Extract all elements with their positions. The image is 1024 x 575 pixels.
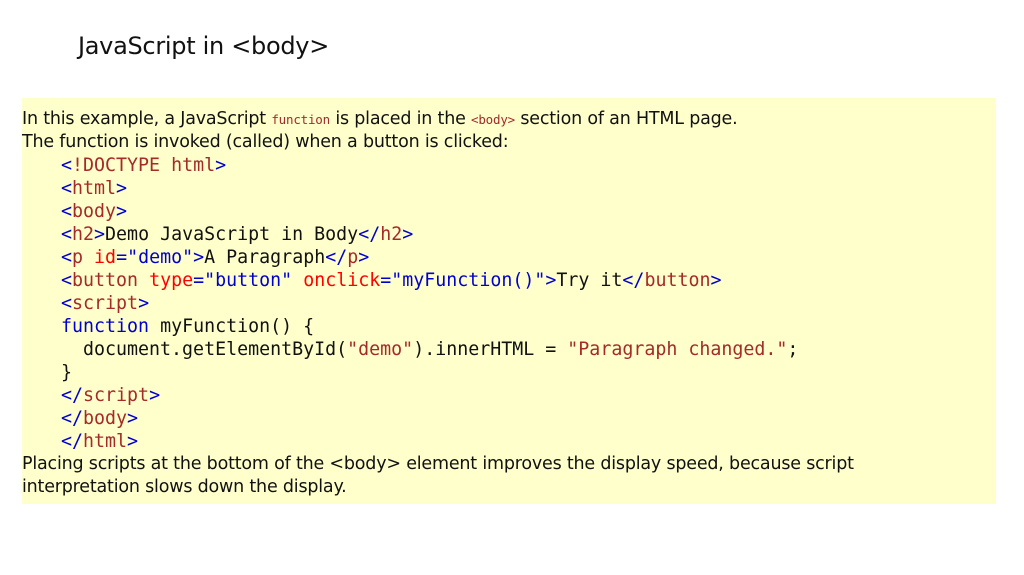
code-tag: html — [72, 178, 117, 199]
code-tag: button — [644, 270, 711, 291]
code-text: } — [61, 362, 73, 383]
code-tag: button — [72, 270, 139, 291]
outro-line-2: interpretation slows down the display. — [22, 477, 347, 497]
code-tag: h2 — [380, 224, 403, 245]
code-attribute: id — [94, 247, 117, 268]
code-attribute: type — [149, 270, 194, 291]
code-line-script-open: <script> — [61, 293, 150, 314]
code-attribute-value: "myFunction()" — [391, 270, 546, 291]
intro-text: section of an HTML page. — [514, 109, 738, 129]
inline-code-body: <body> — [471, 112, 515, 127]
code-line-script-close: </script> — [61, 385, 161, 406]
code-string: "Paragraph changed." — [567, 339, 788, 360]
code-tag: script — [72, 293, 139, 314]
code-line-h2: <h2>Demo JavaScript in Body</h2> — [61, 224, 414, 245]
inline-code-function: function — [271, 112, 330, 127]
code-attribute-value: "button" — [204, 270, 293, 291]
code-keyword: function — [61, 316, 150, 337]
outro-line-1: Placing scripts at the bottom of the <bo… — [22, 454, 854, 474]
code-line-body-open: <body> — [61, 201, 128, 222]
intro-line-2: The function is invoked (called) when a … — [22, 132, 509, 152]
code-line-function: function myFunction() { — [61, 315, 314, 338]
code-text: ; — [787, 339, 799, 360]
code-line-button: <button type="button" onclick="myFunctio… — [61, 270, 722, 291]
intro-line-1: In this example, a JavaScript function i… — [22, 108, 738, 131]
code-tag: p — [347, 247, 359, 268]
code-tag: !DOCTYPE html — [72, 155, 216, 176]
code-line-statement: document.getElementById("demo").innerHTM… — [83, 338, 798, 361]
code-tag: script — [83, 385, 150, 406]
code-string: "demo" — [347, 339, 414, 360]
code-attribute-value: "demo" — [127, 247, 194, 268]
code-text: ).innerHTML = — [413, 339, 568, 360]
code-tag: body — [72, 201, 117, 222]
intro-text: In this example, a JavaScript — [22, 109, 272, 129]
code-tag: h2 — [72, 224, 95, 245]
code-line-html-open: <html> — [61, 178, 128, 199]
code-text: myFunction() { — [149, 316, 315, 337]
code-line-close-brace: } — [61, 361, 72, 384]
code-text: Try it — [556, 270, 623, 291]
code-line-p: <p id="demo">A Paragraph</p> — [61, 247, 370, 268]
code-text: Demo JavaScript in Body — [105, 224, 359, 245]
code-text: A Paragraph — [204, 247, 326, 268]
code-line-html-close: </html> — [61, 431, 139, 452]
example-panel: In this example, a JavaScript function i… — [22, 98, 996, 504]
code-text: document.getElementById( — [83, 339, 348, 360]
code-tag: html — [83, 431, 128, 452]
code-line-body-close: </body> — [61, 408, 139, 429]
page-title: JavaScript in <body> — [78, 32, 330, 60]
code-attribute: onclick — [303, 270, 381, 291]
code-line-doctype: <!DOCTYPE html> — [61, 155, 227, 176]
code-tag: p — [72, 247, 84, 268]
code-tag: body — [83, 408, 128, 429]
intro-text: is placed in the — [329, 109, 472, 129]
